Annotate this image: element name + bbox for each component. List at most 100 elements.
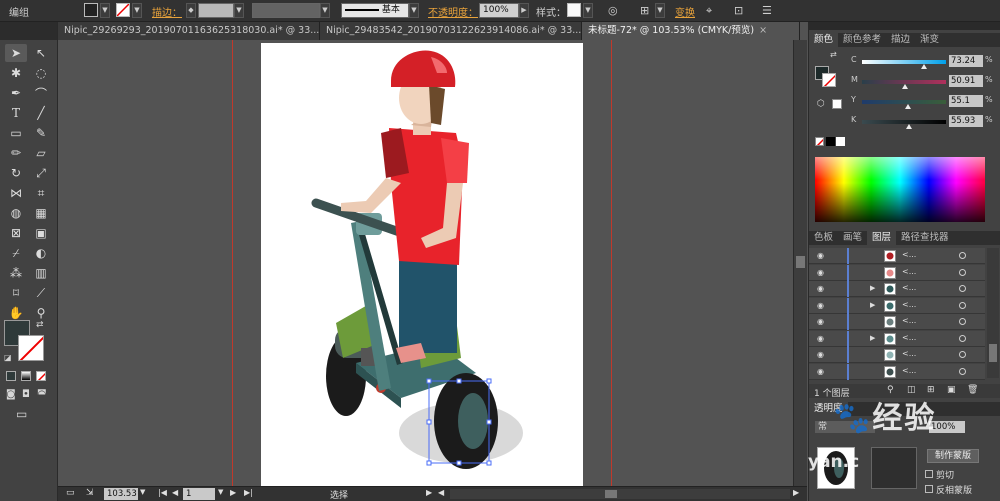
variable-width-field[interactable] <box>252 3 320 18</box>
opacity-dropdown-icon[interactable]: ▶ <box>519 3 529 18</box>
layer-row[interactable]: ◉ <... <box>809 347 985 363</box>
layer-name[interactable]: <... <box>902 349 916 358</box>
selection-handle[interactable] <box>426 419 432 425</box>
symbol-sprayer-tool-icon[interactable]: ⁂ <box>5 264 27 282</box>
cmyk-slider-c[interactable]: C 73.24% <box>851 55 999 69</box>
fill-swatch[interactable] <box>84 3 98 17</box>
draw-inside-icon[interactable]: ◚ <box>37 389 47 400</box>
align-icon[interactable]: ⊞ <box>640 4 649 17</box>
stroke-color-swatch[interactable] <box>18 335 44 361</box>
none-mode-icon[interactable] <box>36 371 46 381</box>
channel-value-input[interactable]: 50.91 <box>949 75 983 87</box>
selection-handle[interactable] <box>486 419 492 425</box>
make-mask-button[interactable]: 制作蒙版 <box>927 449 979 463</box>
blend-tool-icon[interactable]: ◐ <box>30 244 52 262</box>
zoom-input[interactable]: 103.53 <box>104 488 138 500</box>
stroke-weight-label[interactable]: 描边： <box>152 4 182 19</box>
layer-row[interactable]: ◉ <... <box>809 264 985 281</box>
tab-pathfinder[interactable]: 路径查找器 <box>896 231 954 245</box>
opacity-label[interactable]: 不透明度： <box>428 4 478 19</box>
draw-normal-icon[interactable]: ◙ <box>6 389 16 400</box>
color-mode-icon[interactable] <box>6 371 16 381</box>
mask-thumbnail[interactable] <box>871 447 917 489</box>
target-circle-icon[interactable] <box>959 268 966 276</box>
lasso-tool-icon[interactable]: ◌ <box>30 64 52 82</box>
selection-tool-icon[interactable]: ➤ <box>5 44 27 62</box>
layer-row[interactable]: ◉ ▶ <... <box>809 330 985 347</box>
selection-handle[interactable] <box>456 378 462 384</box>
delete-layer-icon[interactable]: 🗑 <box>967 385 978 395</box>
hscroll-thumb[interactable] <box>605 490 617 498</box>
page-input[interactable]: 1 <box>183 488 215 500</box>
next-page-icon[interactable]: ▶ <box>230 488 236 497</box>
layer-name[interactable]: <... <box>902 316 916 325</box>
layer-row[interactable]: ◉ <... <box>809 314 985 330</box>
color-spectrum[interactable] <box>815 157 985 222</box>
isolate-icon[interactable]: ⌖ <box>706 4 712 18</box>
visibility-eye-icon[interactable]: ◉ <box>815 301 826 310</box>
stroke-weight-input[interactable] <box>198 3 234 18</box>
slider-track[interactable] <box>862 100 946 104</box>
tab-swatches[interactable]: 色板 <box>809 231 838 245</box>
target-circle-icon[interactable] <box>959 334 966 342</box>
black-color-icon[interactable] <box>826 137 835 146</box>
slider-knob-icon[interactable] <box>905 124 912 129</box>
stroke-weight-stepper[interactable]: ◆ <box>186 3 196 18</box>
line-tool-icon[interactable]: ╱ <box>30 104 52 122</box>
curvature-tool-icon[interactable]: ⌒ <box>30 84 52 102</box>
align-dropdown-icon[interactable]: ▼ <box>655 3 665 18</box>
rectangle-tool-icon[interactable]: ▭ <box>5 124 27 142</box>
visibility-eye-icon[interactable]: ◉ <box>815 350 826 359</box>
artboard[interactable] <box>261 43 583 486</box>
layer-name[interactable]: <... <box>902 283 916 292</box>
visibility-eye-icon[interactable]: ◉ <box>815 334 826 343</box>
variable-width-dropdown-icon[interactable]: ▼ <box>320 3 330 18</box>
target-circle-icon[interactable] <box>959 252 966 259</box>
transform-label[interactable]: 变换 <box>675 4 695 19</box>
stroke-weight-dropdown-icon[interactable]: ▼ <box>234 3 244 18</box>
gradient-mode-icon[interactable] <box>21 371 31 381</box>
layer-name[interactable]: <... <box>902 300 916 309</box>
rotate-tool-icon[interactable]: ↻ <box>5 164 27 182</box>
tab-color-guide[interactable]: 颜色参考 <box>838 33 886 47</box>
first-page-icon[interactable]: |◀ <box>158 488 167 497</box>
pen-tool-icon[interactable]: ✒ <box>5 84 27 102</box>
selection-handle[interactable] <box>456 460 462 466</box>
layers-scrollbar[interactable] <box>987 248 999 378</box>
paintbrush-tool-icon[interactable]: ✎ <box>30 124 52 142</box>
layer-name[interactable]: <... <box>902 333 916 342</box>
slider-track[interactable] <box>862 60 946 64</box>
pencil-tool-icon[interactable]: ✏ <box>5 144 27 162</box>
cmyk-slider-m[interactable]: M 50.91% <box>851 75 999 89</box>
stroke-swatch[interactable] <box>116 3 130 17</box>
prev-page-icon[interactable]: ◀ <box>172 488 178 497</box>
menu-icon[interactable]: ☰ <box>762 4 772 17</box>
swap-icon[interactable]: ⇄ <box>830 50 837 59</box>
slider-track[interactable] <box>862 120 946 124</box>
panel-stroke-swatch[interactable] <box>822 73 836 87</box>
selection-handle[interactable] <box>426 460 432 466</box>
selection-handle[interactable] <box>426 378 432 384</box>
selection-handle[interactable] <box>486 378 492 384</box>
channel-value-input[interactable]: 55.1 <box>949 95 983 107</box>
layer-name[interactable]: <... <box>902 267 916 276</box>
target-circle-icon[interactable] <box>959 351 966 358</box>
selection-handle[interactable] <box>486 460 492 466</box>
expand-arrow-icon[interactable]: ▶ <box>870 284 875 292</box>
shape-builder-tool-icon[interactable]: ◍ <box>5 204 27 222</box>
invert-mask-checkbox[interactable] <box>925 485 933 493</box>
zoom-dropdown-icon[interactable]: ▼ <box>140 488 145 496</box>
target-circle-icon[interactable] <box>959 367 966 375</box>
eraser-tool-icon[interactable]: ▱ <box>30 144 52 162</box>
out-of-gamut-icon[interactable]: ⬡ <box>817 99 825 109</box>
clip-checkbox[interactable] <box>925 470 933 478</box>
free-transform-tool-icon[interactable]: ⌗ <box>30 184 52 202</box>
hscroll-left-icon[interactable]: ◀ <box>438 488 444 497</box>
slider-knob-icon[interactable] <box>905 104 912 109</box>
layer-row[interactable]: ◉ ▶ <... <box>809 297 985 314</box>
cmyk-slider-y[interactable]: Y 55.1% <box>851 95 999 109</box>
visibility-eye-icon[interactable]: ◉ <box>815 251 826 260</box>
page-dropdown-icon[interactable]: ▼ <box>218 488 223 496</box>
tab-brushes[interactable]: 画笔 <box>838 231 867 245</box>
visibility-eye-icon[interactable]: ◉ <box>815 284 826 293</box>
